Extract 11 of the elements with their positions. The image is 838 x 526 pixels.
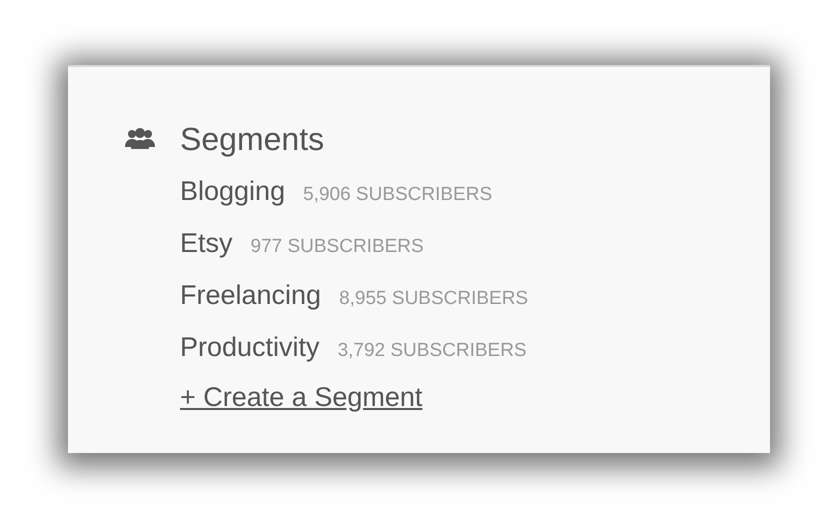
segment-name[interactable]: Etsy xyxy=(180,223,233,264)
segment-name[interactable]: Freelancing xyxy=(180,275,322,316)
subscriber-count: 5,906 SUBSCRIBERS xyxy=(303,183,492,207)
segment-name[interactable]: Productivity xyxy=(180,327,320,368)
subscriber-count: 977 SUBSCRIBERS xyxy=(250,235,424,259)
subscriber-count: 8,955 SUBSCRIBERS xyxy=(339,287,528,311)
section-heading: Segments xyxy=(180,123,324,155)
segment-name[interactable]: Blogging xyxy=(180,171,286,212)
subscriber-count: 3,792 SUBSCRIBERS xyxy=(338,339,527,363)
create-segment-link[interactable]: + Create a Segment xyxy=(180,377,422,418)
users-icon xyxy=(124,128,156,150)
